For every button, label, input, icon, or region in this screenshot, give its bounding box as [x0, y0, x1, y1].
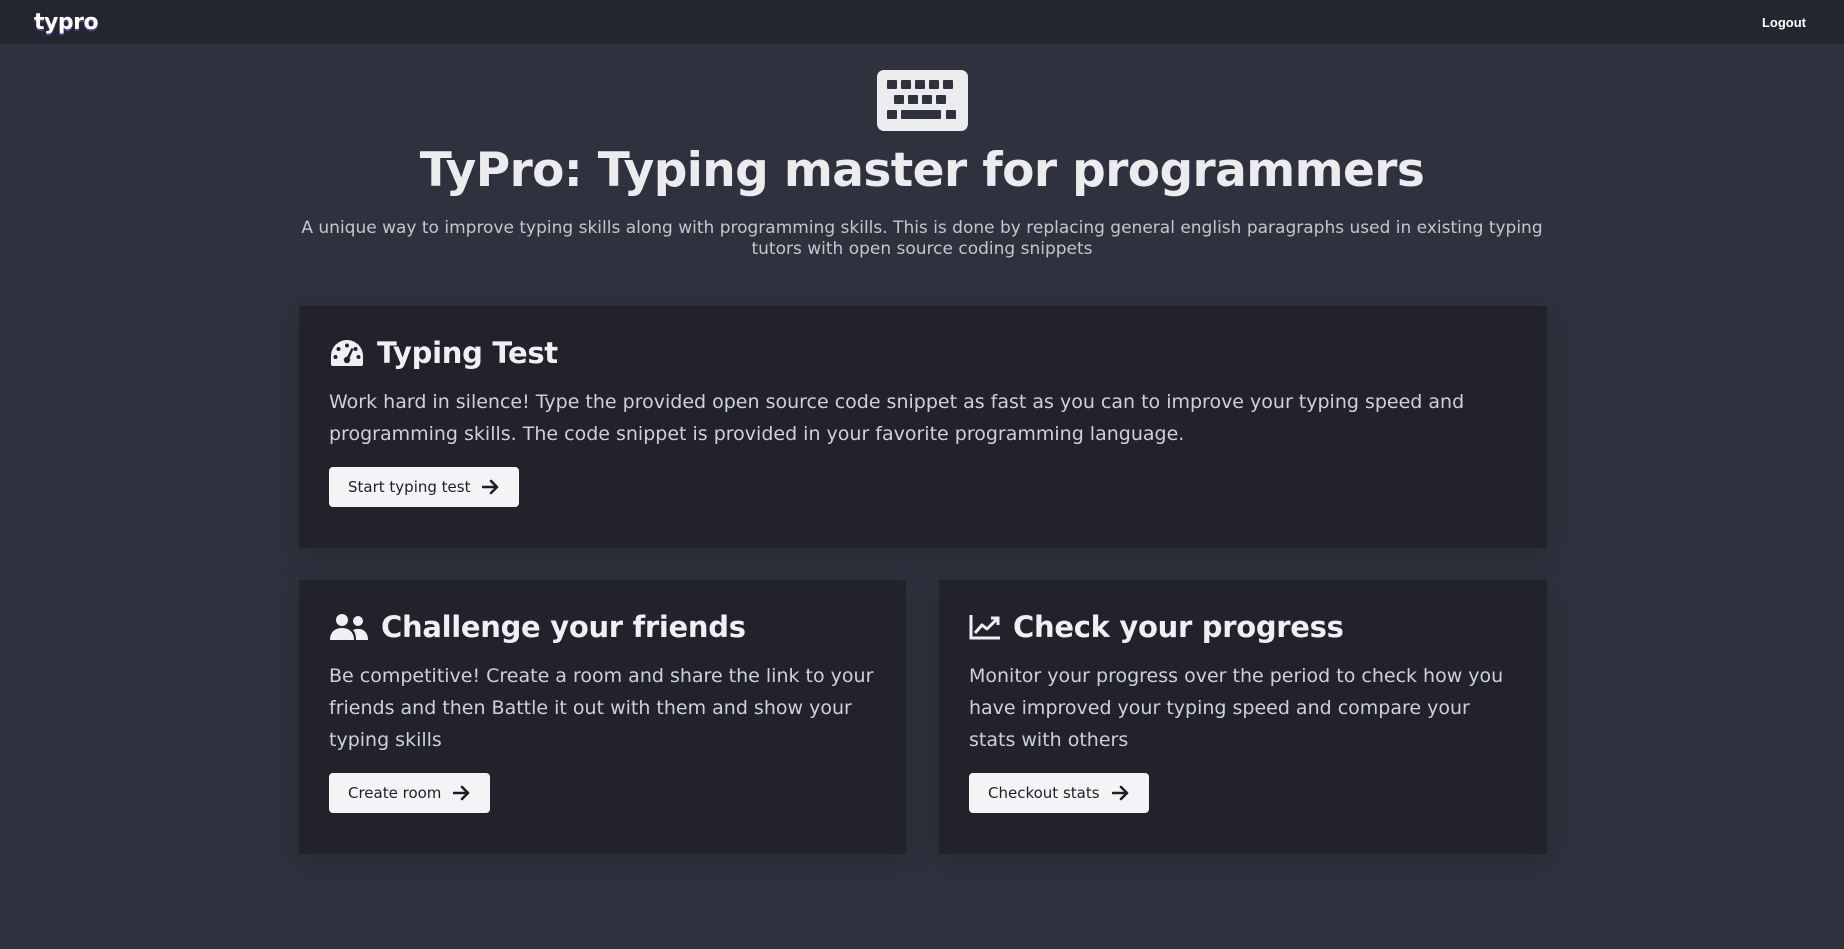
- arrow-right-icon: [1111, 785, 1128, 801]
- card-description: Work hard in silence! Type the provided …: [329, 391, 1465, 445]
- card-title: Check your progress: [969, 610, 1517, 644]
- card-description: Be competitive! Create a room and share …: [329, 665, 874, 751]
- keyboard-icon: [876, 70, 968, 131]
- card-description: Monitor your progress over the period to…: [969, 665, 1504, 751]
- button-label: Create room: [348, 784, 442, 802]
- card-title: Challenge your friends: [329, 610, 876, 644]
- button-label: Start typing test: [348, 478, 471, 496]
- card-title-text: Typing Test: [377, 336, 558, 370]
- typing-test-card: Typing Test Work hard in silence! Type t…: [299, 306, 1547, 548]
- challenge-friends-card: Challenge your friends Be competitive! C…: [299, 580, 906, 854]
- card-title: Typing Test: [329, 336, 1517, 370]
- start-typing-test-button[interactable]: Start typing test: [329, 467, 520, 507]
- create-room-button[interactable]: Create room: [329, 773, 491, 813]
- page-title: TyPro: Typing master for programmers: [419, 143, 1425, 198]
- logout-link[interactable]: Logout: [1762, 15, 1806, 30]
- navbar: typro Logout: [0, 0, 1844, 44]
- button-label: Checkout stats: [988, 784, 1100, 802]
- check-progress-card: Check your progress Monitor your progres…: [939, 580, 1547, 854]
- arrow-right-icon: [453, 785, 470, 801]
- speedometer-icon: [331, 340, 363, 366]
- chart-line-icon: [969, 615, 1000, 640]
- card-title-text: Check your progress: [1013, 610, 1344, 644]
- page-subtitle: A unique way to improve typing skills al…: [301, 218, 1543, 259]
- users-icon: [330, 614, 368, 640]
- arrow-right-icon: [482, 479, 499, 495]
- card-title-text: Challenge your friends: [381, 610, 746, 644]
- hero-section: TyPro: Typing master for programmers A u…: [0, 70, 1844, 260]
- checkout-stats-button[interactable]: Checkout stats: [969, 773, 1149, 813]
- brand-logo[interactable]: typro: [34, 10, 99, 35]
